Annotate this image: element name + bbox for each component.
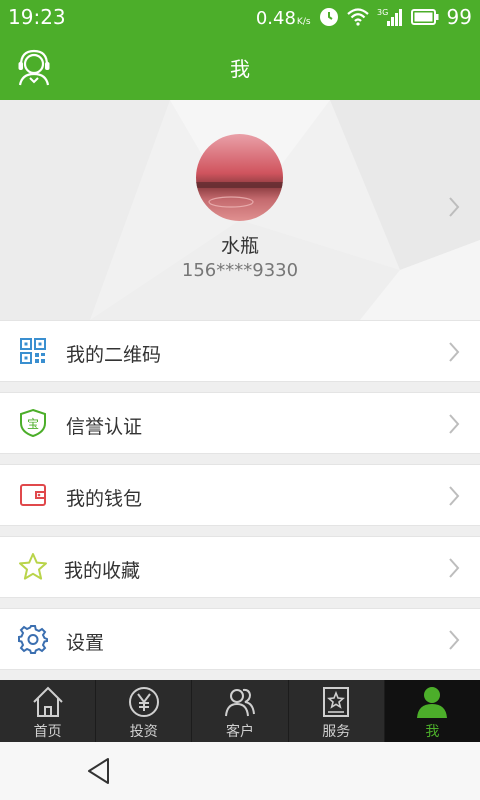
battery-icon — [410, 9, 439, 25]
tab-label-invest: 投资 — [129, 724, 158, 740]
chevron-right-icon — [449, 414, 460, 434]
qr-code-icon — [20, 338, 46, 364]
shield-bao-icon: 宝 — [20, 408, 46, 438]
avatar[interactable] — [196, 134, 283, 221]
person-icon — [417, 687, 448, 718]
back-icon[interactable] — [84, 756, 114, 786]
profile-card[interactable]: 水瓶 156****9330 — [0, 100, 480, 320]
chevron-right-icon — [449, 558, 460, 578]
system-nav-bar — [0, 742, 480, 800]
status-indicators: 0.48K/s 3G 99 — [256, 5, 472, 29]
status-bar: 19:23 0.48K/s 3G 99 — [0, 0, 480, 34]
star-icon — [19, 553, 47, 580]
tab-label-me: 我 — [425, 724, 440, 740]
tab-label-services: 服务 — [322, 724, 351, 740]
menu-label-settings: 设置 — [66, 632, 105, 654]
chevron-right-icon — [449, 486, 460, 506]
menu-label-wallet: 我的钱包 — [66, 488, 143, 510]
menu-item-qr-code[interactable]: 我的二维码 — [0, 320, 480, 382]
chevron-right-icon — [449, 197, 460, 217]
alarm-icon — [319, 8, 338, 26]
tab-invest[interactable]: 投资 — [96, 680, 193, 742]
tab-home[interactable]: 首页 — [0, 680, 97, 742]
tab-services[interactable]: 服务 — [289, 680, 385, 742]
profile-phone: 156****9330 — [181, 260, 299, 281]
chevron-right-icon — [449, 630, 460, 650]
screen: 19:23 0.48K/s 3G 99 我 水瓶 156****9330 我的二… — [0, 0, 480, 800]
menu-label-qr-code: 我的二维码 — [66, 344, 162, 366]
wifi-icon — [346, 8, 369, 26]
yen-icon — [128, 687, 159, 717]
bottom-tab-bar: 首页 投资 客户 服务 我 — [0, 680, 480, 742]
cell-signal-icon: 3G — [377, 8, 402, 26]
wallet-icon — [20, 484, 46, 506]
menu-item-settings[interactable]: 设置 — [0, 608, 480, 670]
menu-label-credit-cert: 信誉认证 — [66, 416, 143, 438]
network-speed: 0.48K/s — [255, 8, 311, 29]
people-icon — [225, 688, 255, 717]
svg-text:宝: 宝 — [27, 417, 39, 431]
page-title: 我 — [230, 57, 250, 81]
menu-item-wallet[interactable]: 我的钱包 — [0, 464, 480, 526]
tab-me[interactable]: 我 — [384, 680, 480, 742]
home-icon — [32, 686, 63, 717]
title-bar: 我 — [0, 34, 480, 100]
menu-label-favorites: 我的收藏 — [64, 560, 141, 582]
tab-label-clients: 客户 — [226, 724, 254, 740]
chevron-right-icon — [449, 342, 460, 362]
gear-icon — [18, 625, 48, 654]
menu-item-credit-cert[interactable]: 宝 信誉认证 — [0, 392, 480, 454]
tab-clients[interactable]: 客户 — [192, 680, 289, 742]
svg-text:3G: 3G — [377, 8, 388, 17]
tab-label-home: 首页 — [33, 724, 62, 740]
star-bookmark-icon — [323, 687, 350, 717]
status-time: 19:23 — [8, 5, 66, 29]
battery-level: 99 — [446, 5, 472, 29]
menu-item-favorites[interactable]: 我的收藏 — [0, 536, 480, 598]
profile-name: 水瓶 — [220, 235, 259, 257]
